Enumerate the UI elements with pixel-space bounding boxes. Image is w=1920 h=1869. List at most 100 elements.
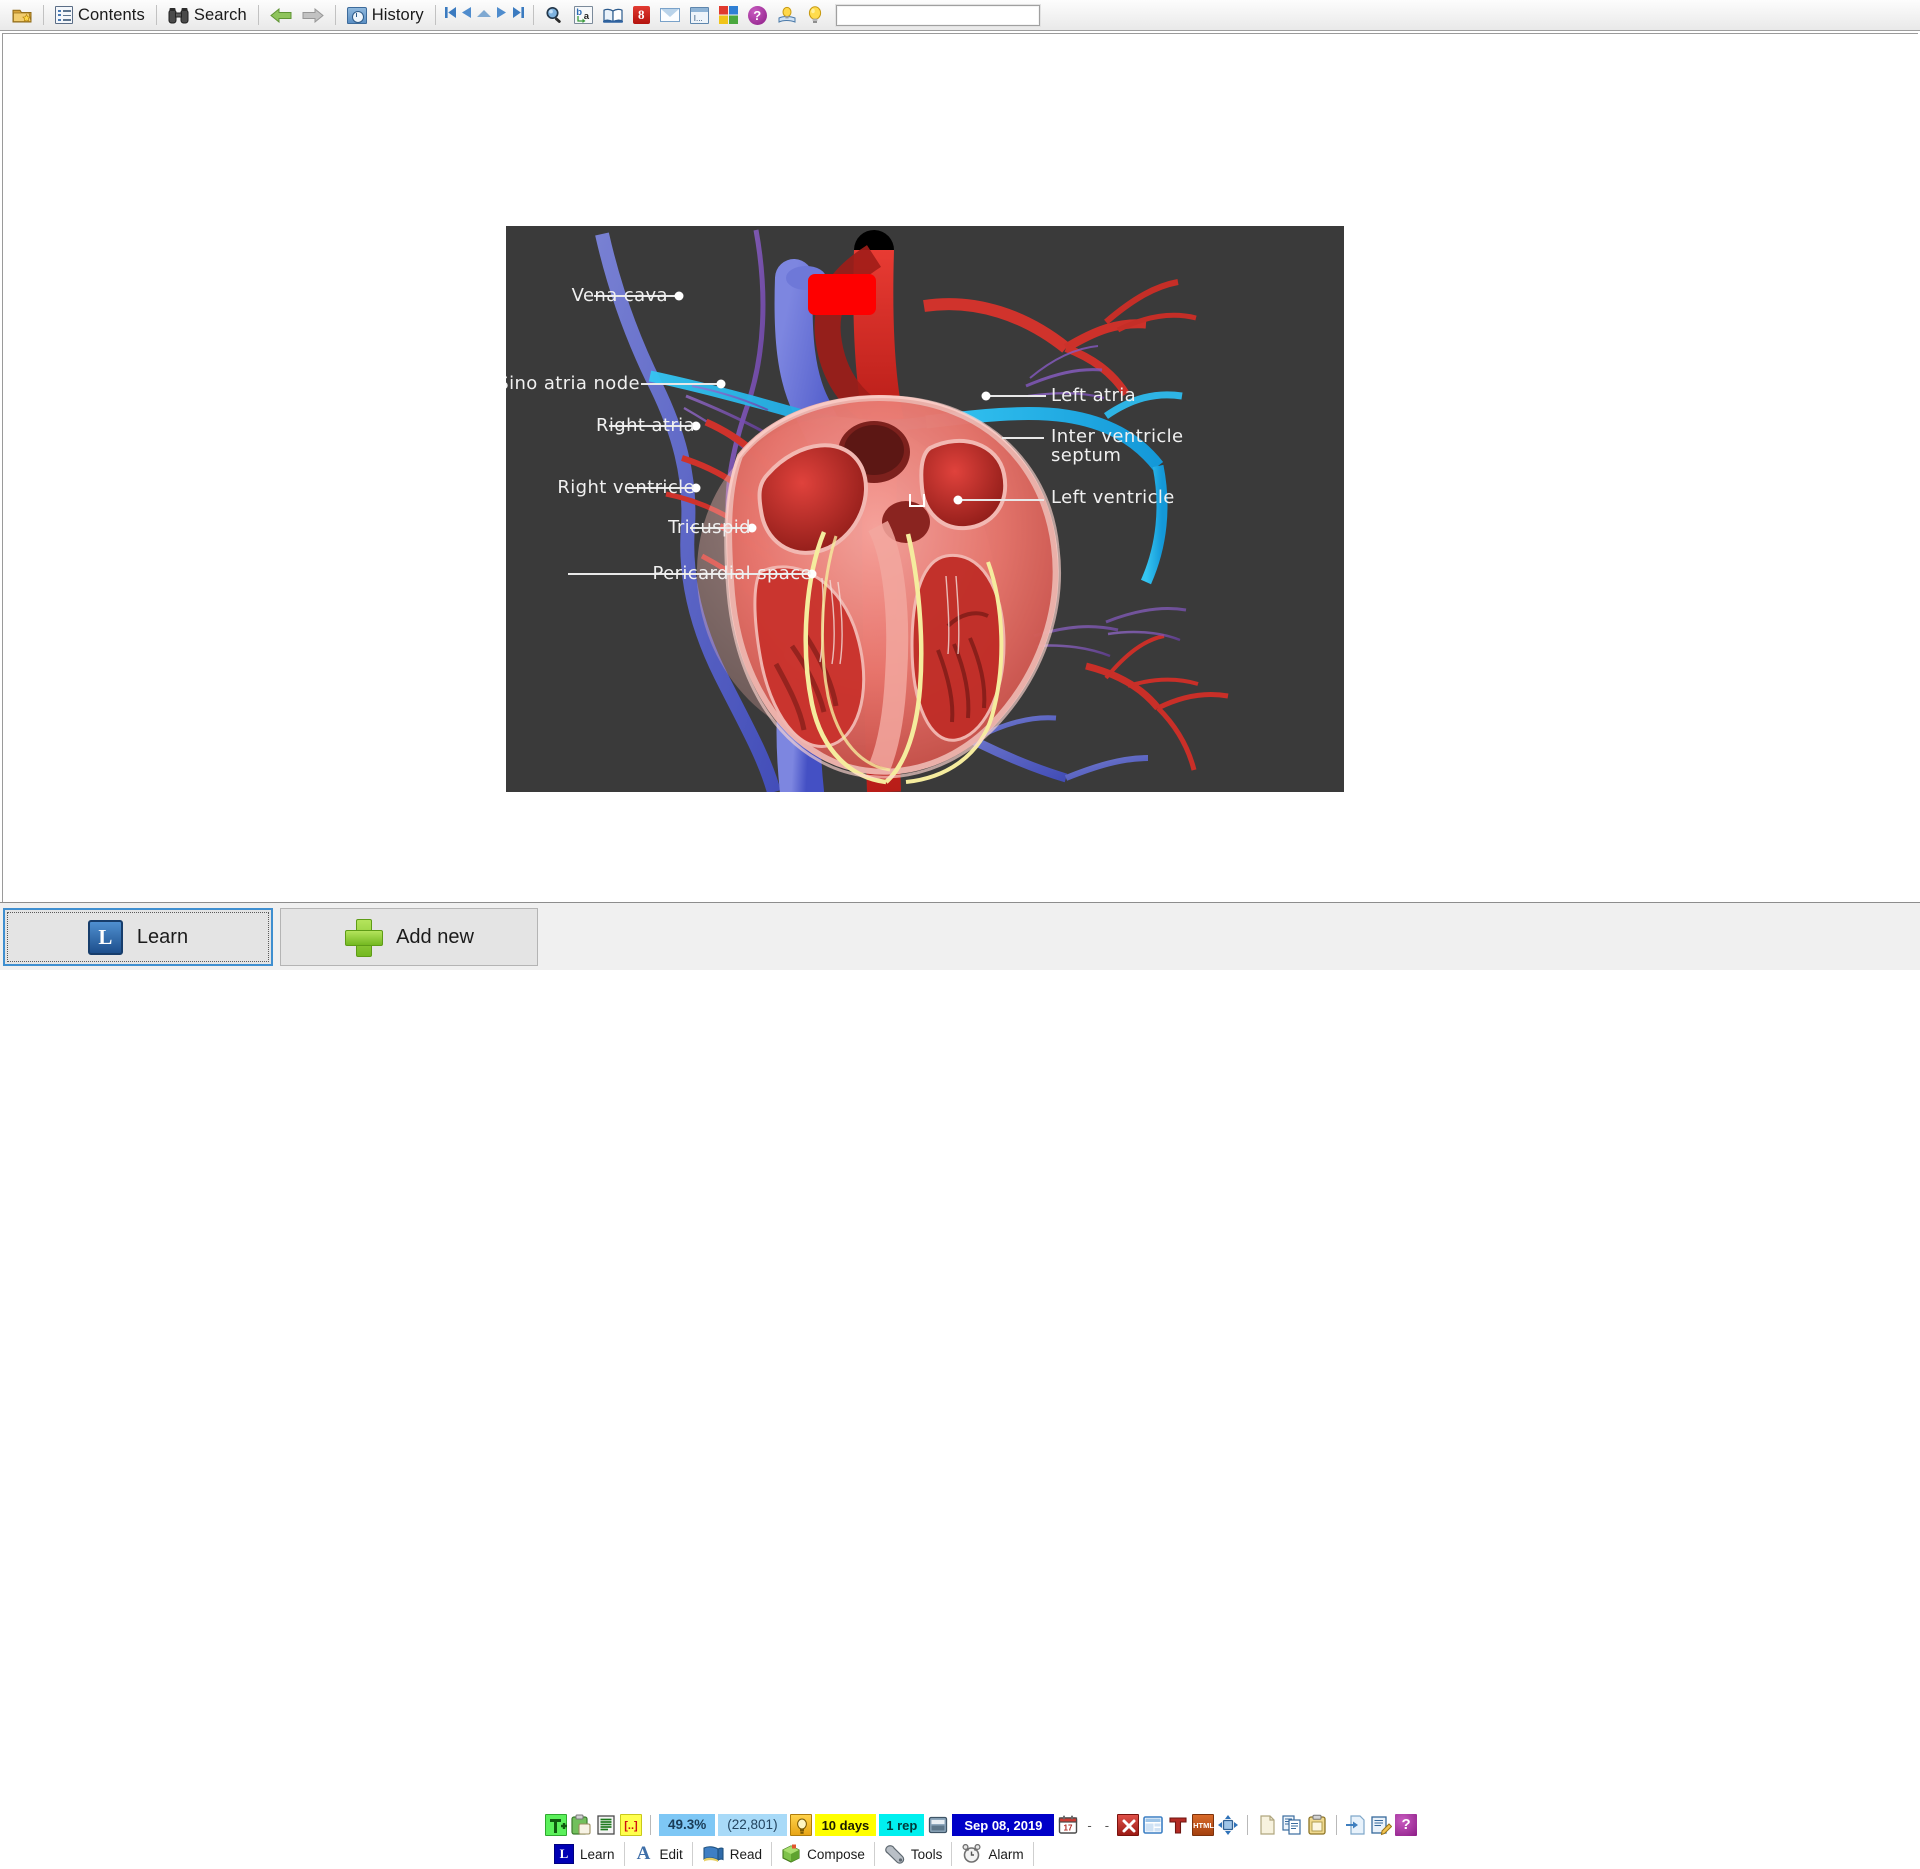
status-divider-2 [1247,1815,1249,1835]
toolbar-divider-2 [155,5,157,25]
window-layout-icon[interactable] [1142,1814,1164,1836]
tab-read-label: Read [729,1846,763,1862]
arrow-right-icon [302,7,324,23]
hint-doc-button[interactable] [772,3,802,28]
schedule-icon[interactable] [927,1814,949,1836]
nav-previous-button[interactable] [459,7,476,24]
contents-icon [55,6,73,24]
tab-alarm[interactable]: Alarm [952,1842,1034,1866]
toolbar-divider-5 [434,5,436,25]
forward-button[interactable] [297,3,329,28]
expand-arrows-icon[interactable] [1217,1814,1239,1836]
add-new-button-label: Add new [396,925,474,948]
tab-compose[interactable]: Compose [772,1842,875,1866]
learn-button[interactable]: L Learn [3,908,273,966]
contents-button[interactable]: Contents [50,3,150,28]
search-input[interactable] [834,3,1041,27]
search-label: Search [193,5,247,24]
skip-last-icon [511,5,526,25]
clipboard-icon[interactable] [1306,1814,1328,1836]
google-search-button[interactable]: 8 [628,3,655,28]
binoculars-icon [168,7,189,24]
add-new-button[interactable]: Add new [280,908,538,966]
windows-button[interactable] [714,3,743,28]
dictionary-button[interactable] [598,3,628,28]
toolbar-divider-6 [532,5,534,25]
tab-learn[interactable]: L Learn [545,1842,625,1866]
clipboard-paste-icon[interactable] [570,1814,592,1836]
history-button[interactable]: History [342,3,429,28]
heart-anatomy-illustration [506,226,1344,792]
status-dash-1: - [1087,1817,1092,1833]
open-book-icon [602,8,623,23]
blank-page-icon[interactable] [1256,1814,1278,1836]
triangle-right-icon [494,5,508,25]
tab-learn-label: Learn [580,1846,615,1862]
envelope-icon [659,8,680,22]
help-button[interactable]: ? [743,3,772,28]
skip-first-icon [443,5,458,25]
google-g-icon: 8 [632,6,650,24]
text-window-button[interactable]: I... [685,3,714,28]
heart-diagram-figure[interactable]: Vena cava Sino atria node Right atria Ri… [506,226,1344,792]
learn-l-icon: L [554,1844,574,1864]
big-t-icon[interactable] [1167,1814,1189,1836]
red-x-icon[interactable] [1117,1814,1140,1836]
interval-badge: 10 days [814,1814,877,1836]
tab-tools[interactable]: Tools [875,1842,953,1866]
alarm-clock-icon [961,1843,982,1864]
toolbar-divider-3 [257,5,259,25]
main-toolbar: Contents Search History b a 8 I... ? [0,0,1920,31]
status-dash-2: - [1104,1817,1110,1833]
learn-square-icon: L [87,919,123,955]
back-button[interactable] [265,3,297,28]
copy-pages-icon[interactable] [1281,1814,1303,1836]
green-cube-icon [781,1844,801,1864]
learn-button-label: Learn [136,925,189,948]
search-button[interactable]: Search [163,3,252,28]
tab-alarm-label: Alarm [988,1846,1024,1862]
occlusion-rectangle[interactable] [808,274,876,315]
four-color-squares-icon [718,6,738,24]
nav-last-button[interactable] [510,7,527,24]
letter-a-icon: A [636,1843,651,1864]
bulb-over-book-icon [777,6,797,24]
nav-next-button[interactable] [493,7,510,24]
tab-compose-label: Compose [807,1846,865,1862]
wrench-icon [884,1844,905,1864]
mode-tab-bar: L Learn A Edit Read Compose Tools Alarm [545,1841,1034,1867]
cloze-brackets-icon[interactable]: [..] [620,1814,642,1836]
nav-up-button[interactable] [476,7,493,24]
item-count: (22,801) [718,1814,787,1836]
tab-tools-label: Tools [910,1846,943,1862]
priority-bulb-icon[interactable] [789,1814,812,1836]
calendar-17-icon[interactable]: 17 [1057,1814,1079,1836]
find-button[interactable] [540,3,569,28]
translate-button[interactable]: b a [569,3,598,28]
help-circle-icon[interactable]: ? [1395,1814,1418,1836]
article-content-area: Vena cava Sino atria node Right atria Ri… [2,33,1918,902]
add-text-icon[interactable] [545,1814,567,1836]
nav-first-button[interactable] [442,7,459,24]
light-bulb-icon [807,5,823,25]
tab-edit-label: Edit [659,1846,683,1862]
status-divider-3 [1336,1815,1338,1835]
contents-label: Contents [78,5,145,24]
open-folder-star-icon [12,6,32,24]
html-icon[interactable]: HTML [1192,1814,1215,1836]
tab-read[interactable]: Read [693,1842,773,1866]
translate-ba-icon: b a [573,6,593,24]
text-lines-icon[interactable] [595,1814,617,1836]
svg-text:17: 17 [1064,1824,1073,1833]
next-repetition-date: Sep 08, 2019 [952,1814,1055,1836]
import-page-icon[interactable] [1345,1814,1367,1836]
open-favorites-button[interactable] [7,3,37,28]
email-button[interactable] [655,3,685,28]
status-divider-1 [650,1815,651,1835]
retention-percent: 49.3% [659,1814,716,1836]
bottom-panel: L Learn Add new [..] 49.3% (22,801) 10 d… [0,902,1920,1866]
magnifier-icon [545,6,564,25]
tab-edit[interactable]: A Edit [625,1842,693,1866]
tip-button[interactable] [802,3,828,28]
edit-note-icon[interactable] [1370,1814,1393,1836]
